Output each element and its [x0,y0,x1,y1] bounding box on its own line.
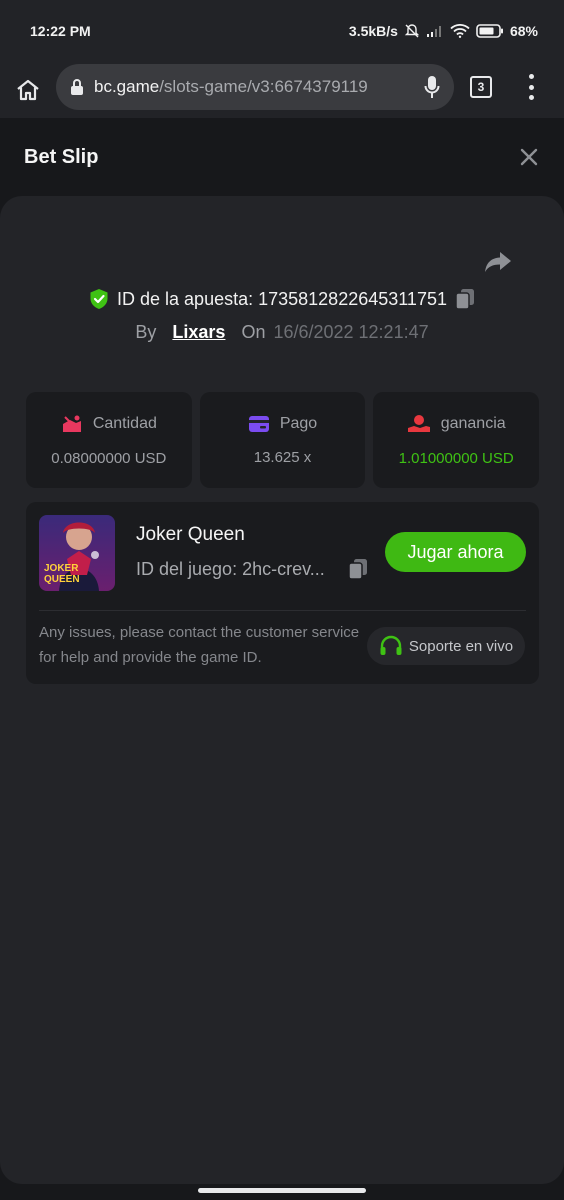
close-button[interactable] [518,146,540,168]
play-now-button[interactable]: Jugar ahora [385,532,526,572]
bet-slip-header: Bet Slip [0,118,564,196]
game-thumbnail[interactable]: JOKER QUEEN [39,515,115,591]
status-time: 12:22 PM [30,23,91,39]
stat-payout-value: 13.625 x [253,448,312,466]
close-icon [520,148,538,166]
stat-payout: Pago 13.625 x [199,392,366,488]
headset-icon [380,635,402,655]
stat-amount: Cantidad 0.08000000 USD [26,392,192,488]
stat-profit-label-row: ganancia [407,414,506,434]
battery-icon [476,24,503,38]
stat-amount-label-row: Cantidad [61,414,157,434]
menu-dot [528,84,534,90]
bet-slip-panel: ID de la apuesta: 1735812822645311751 By… [0,196,564,1184]
stat-profit-value: 1.01000000 USD [398,449,514,467]
game-card: JOKER QUEEN Joker Queen ID del juego: 2h… [26,502,539,684]
stat-amount-value: 0.08000000 USD [51,449,167,467]
thumb-title-2: QUEEN [44,574,80,585]
share-icon[interactable] [484,250,512,274]
stat-payout-label: Pago [279,414,318,432]
status-bar: 12:22 PM 3.5kB/s 68% [0,0,564,62]
card-icon [248,415,269,432]
signal-icon [426,26,441,37]
game-id-row: ID del juego: 2hc-crev... [136,558,368,580]
copy-game-id-icon[interactable] [348,558,368,580]
tab-switcher-button[interactable]: 3 [470,76,492,98]
stat-profit: ganancia 1.01000000 USD [373,392,540,488]
bet-id: ID de la apuesta: 1735812822645311751 [117,288,447,309]
live-support-label: Soporte en vivo [408,637,514,655]
game-artwork: JOKER QUEEN [39,515,115,591]
stat-payout-label-row: Pago [248,415,317,433]
thumb-title-1: JOKER [44,563,79,574]
overflow-menu-button[interactable] [524,74,538,100]
url-path: /slots-game/v3:6674379119 [159,77,368,96]
url-text: bc.game/slots-game/v3:6674379119 [94,77,394,97]
menu-dot [528,95,534,100]
gesture-nav-bar[interactable] [198,1188,366,1193]
divider [39,610,526,611]
on-label: On [241,322,266,342]
url-bar[interactable]: bc.game/slots-game/v3:6674379119 [56,64,454,110]
home-button[interactable] [0,62,56,118]
net-speed: 3.5kB/s [348,23,398,39]
bet-id-row: ID de la apuesta: 1735812822645311751 [0,288,564,310]
username-link[interactable]: Lixars [172,322,225,343]
bet-meta-row: By Lixars On 16/6/2022 12:21:47 [0,322,564,343]
screen: 12:22 PM 3.5kB/s 68% bc.game/slots-game/… [0,0,564,1200]
verified-shield-icon [90,289,108,309]
menu-dot [528,74,534,79]
live-support-button[interactable]: Soporte en vivo [367,627,525,665]
status-right: 3.5kB/s 68% [349,23,538,39]
bet-date: 16/6/2022 12:21:47 [273,322,429,342]
profit-icon [407,414,430,432]
amount-icon [62,415,81,432]
stat-profit-label: ganancia [440,414,506,432]
stats-row: Cantidad 0.08000000 USD Pago 13.625 x ga… [26,392,540,488]
game-name[interactable]: Joker Queen [136,524,245,546]
page-title: Bet Slip [24,145,99,168]
browser-toolbar: bc.game/slots-game/v3:6674379119 3 [0,62,564,118]
url-domain: bc.game [94,77,160,96]
mute-bell-icon [404,24,420,38]
mic-icon[interactable] [424,75,440,99]
by-label: By [135,322,157,342]
help-text: Any issues, please contact the customer … [39,624,360,666]
game-id: ID del juego: 2hc-crev... [136,558,325,579]
home-icon [17,79,39,101]
stat-amount-label: Cantidad [92,414,157,432]
lock-icon [71,79,83,95]
copy-icon[interactable] [455,288,475,310]
wifi-icon [450,24,470,38]
battery-percent: 68% [509,23,538,39]
